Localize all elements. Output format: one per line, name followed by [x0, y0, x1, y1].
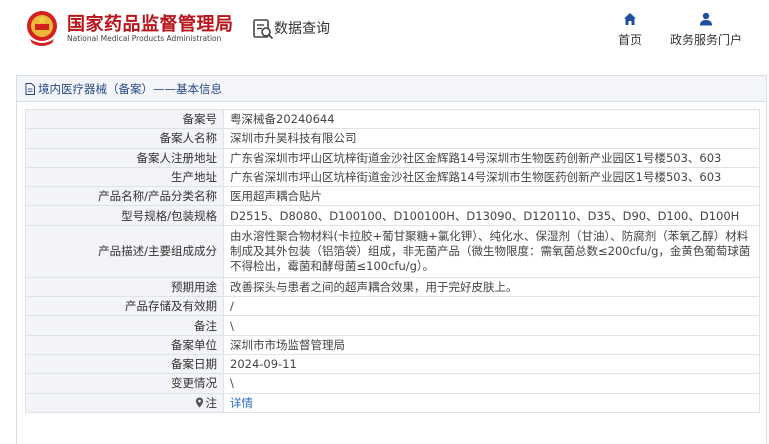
field-label: 备注 — [25, 315, 224, 336]
site-header: 国家药品监督管理局 National Medical Products Admi… — [0, 0, 769, 62]
user-icon — [700, 12, 712, 26]
record-panel: 境内医疗器械（备案）——基本信息 备案号 粤深械备20240644 备案人名称 … — [16, 75, 767, 444]
site-name-english: National Medical Products Administration — [67, 34, 222, 43]
table-row: 产品描述/主要组成成分 由水溶性聚合物材料(卡拉胶+葡甘聚糖+氯化钾）、纯化水、… — [25, 224, 760, 278]
table-row: 备案号 粤深械备20240644 — [25, 108, 760, 130]
field-value: 深圳市市场监督管理局 — [223, 334, 760, 355]
site-name: 国家药品监督管理局 — [67, 14, 234, 35]
field-label: 备案号 — [25, 108, 224, 130]
data-query-icon — [253, 19, 274, 40]
field-label: 备案人注册地址 — [25, 147, 224, 168]
table-row: 变更情况 \ — [25, 373, 760, 394]
table-row: 注 详情 — [25, 392, 760, 413]
field-value: \ — [223, 373, 760, 394]
national-emblem-icon — [27, 11, 57, 46]
field-value: 粤深械备20240644 — [223, 108, 760, 130]
note-label: 注 — [205, 395, 218, 410]
table-row: 备案人名称 深圳市升昊科技有限公司 — [25, 128, 760, 149]
table-row: 备案单位 深圳市市场监督管理局 — [25, 334, 760, 355]
field-value: 广东省深圳市坪山区坑梓街道金沙社区金辉路14号深圳市生物医药创新产业园区1号楼5… — [223, 147, 760, 168]
nav-home-label: 首页 — [617, 33, 642, 47]
field-value: \ — [223, 315, 760, 336]
table-row: 产品名称/产品分类名称 医用超声耦合贴片 — [25, 186, 760, 207]
details-link[interactable]: 详情 — [230, 396, 253, 410]
field-label: 备案单位 — [25, 334, 224, 355]
field-label: 备案人名称 — [25, 128, 224, 149]
field-label: 生产地址 — [25, 166, 224, 188]
table-row: 产品存储及有效期 / — [25, 296, 760, 317]
panel-title: 境内医疗器械（备案）——基本信息 — [17, 76, 766, 102]
field-value: / — [223, 296, 760, 317]
field-value: 2024-09-11 — [223, 353, 760, 375]
document-icon — [25, 83, 35, 95]
home-icon — [624, 13, 636, 25]
table-row: 备注 \ — [25, 315, 760, 336]
record-table: 备案号 粤深械备20240644 备案人名称 深圳市升昊科技有限公司 备案人注册… — [25, 108, 760, 413]
nav-service-portal-label: 政务服务门户 — [669, 33, 742, 47]
field-value: 医用超声耦合贴片 — [223, 186, 760, 207]
field-label: 预期用途 — [25, 276, 224, 298]
note-label-cell: 注 — [25, 392, 224, 413]
field-value: 深圳市升昊科技有限公司 — [223, 128, 760, 149]
field-value: 广东省深圳市坪山区坑梓街道金沙社区金辉路14号深圳市生物医药创新产业园区1号楼5… — [223, 166, 760, 188]
table-row: 生产地址 广东省深圳市坪山区坑梓街道金沙社区金辉路14号深圳市生物医药创新产业园… — [25, 166, 760, 188]
nav-service-portal[interactable]: 政务服务门户 — [666, 12, 746, 48]
field-label: 产品名称/产品分类名称 — [25, 186, 224, 207]
table-row: 备案日期 2024-09-11 — [25, 353, 760, 375]
field-value: D2515、D8080、D100100、D100100H、D13090、D120… — [223, 205, 760, 226]
field-label: 备案日期 — [25, 353, 224, 375]
field-label: 产品描述/主要组成成分 — [25, 224, 224, 278]
field-value: 由水溶性聚合物材料(卡拉胶+葡甘聚糖+氯化钾）、纯化水、保湿剂（甘油）、防腐剂（… — [223, 224, 760, 278]
field-label: 产品存储及有效期 — [25, 296, 224, 317]
nav-home[interactable]: 首页 — [590, 12, 670, 48]
panel-title-text: 境内医疗器械（备案）——基本信息 — [38, 82, 222, 96]
field-value: 改善探头与患者之间的超声耦合效果，用于完好皮肤上。 — [223, 276, 760, 298]
table-row: 预期用途 改善探头与患者之间的超声耦合效果，用于完好皮肤上。 — [25, 276, 760, 298]
data-query-label[interactable]: 数据查询 — [274, 18, 330, 38]
location-pin-icon — [195, 397, 203, 408]
table-row: 备案人注册地址 广东省深圳市坪山区坑梓街道金沙社区金辉路14号深圳市生物医药创新… — [25, 147, 760, 168]
field-value: 详情 — [223, 392, 760, 413]
table-row: 型号规格/包装规格 D2515、D8080、D100100、D100100H、D… — [25, 205, 760, 226]
field-label: 型号规格/包装规格 — [25, 205, 224, 226]
field-label: 变更情况 — [25, 373, 224, 394]
